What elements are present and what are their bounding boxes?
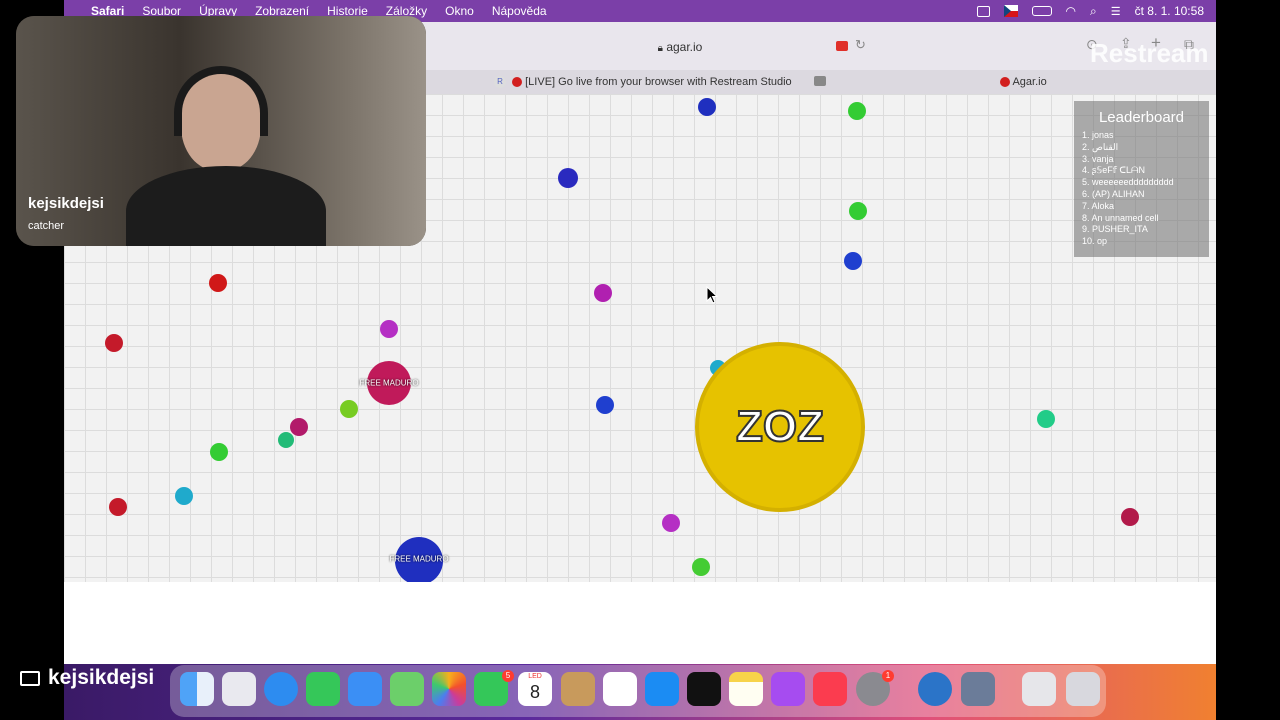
webcam-role: catcher [28, 220, 65, 232]
restream-favicon-icon: R [494, 76, 506, 89]
leaderboard: Leaderboard 1. jonas 2. القناص 3. vanja … [1074, 101, 1209, 257]
clock[interactable]: čt 8. 1. 10:58 [1135, 4, 1204, 18]
reload-icon[interactable]: ↻ [855, 37, 866, 53]
food-pellet [692, 558, 710, 576]
stream-name: kejsikdejsi [48, 666, 155, 689]
food-pellet [594, 284, 612, 302]
player-name: ZOZ [735, 401, 825, 452]
preview-icon[interactable] [1022, 672, 1056, 706]
calendar-day: 8 [529, 682, 540, 702]
leaderboard-entry: 2. القناص [1082, 141, 1119, 152]
food-pellet [849, 202, 867, 220]
food-pellet [109, 498, 127, 516]
tab-agario-label: Agar.io [1012, 76, 1047, 88]
screen-icon[interactable] [976, 5, 990, 17]
tab-restream-label: [LIVE] Go live from your browser with Re… [525, 76, 792, 88]
restream-watermark: Restream [1090, 38, 1209, 68]
wifi-icon[interactable]: ◠ [1066, 4, 1076, 18]
menu-okno[interactable]: Okno [436, 0, 483, 22]
food-pellet [558, 168, 578, 188]
leaderboard-entry: 9. PUSHER_ITA [1082, 224, 1148, 235]
record-indicator-icon[interactable] [836, 41, 848, 51]
leaderboard-entry: 3. vanja [1082, 153, 1114, 164]
search-icon[interactable]: ⌕ [1090, 4, 1097, 19]
launchpad-icon[interactable] [222, 672, 256, 706]
food-pellet [662, 514, 680, 532]
mail-icon[interactable] [348, 672, 382, 706]
battery-icon[interactable] [1031, 6, 1052, 16]
enemy-cell: FREE MADURO [359, 361, 419, 405]
food-pellet [290, 418, 308, 436]
url-text: agar.io [666, 40, 703, 54]
player-cell: ZOZ [695, 342, 865, 512]
apple-tv-icon[interactable] [687, 672, 721, 706]
leaderboard-entry: 6. (AP) ALIHAN [1082, 188, 1145, 199]
webcam-person-body [126, 166, 326, 246]
calendar-icon[interactable]: LED 8 [518, 672, 552, 706]
enemy-cell-label: FREE MADURO [389, 554, 449, 564]
food-pellet [596, 396, 614, 414]
enemy-cell: FREE MADURO [389, 537, 449, 582]
lock-icon: 🔒︎ [657, 43, 663, 54]
calendar-month: LED [528, 673, 542, 680]
food-pellet [175, 487, 193, 505]
music-icon[interactable] [813, 672, 847, 706]
tab-restream[interactable]: R [LIVE] Go live from your browser with … [494, 70, 792, 94]
quicktime-icon[interactable] [918, 672, 952, 706]
food-pellet [340, 400, 358, 418]
safari-icon[interactable] [264, 672, 298, 706]
finder-icon[interactable] [180, 672, 214, 706]
food-pellet [380, 320, 398, 338]
messages-icon[interactable] [306, 672, 340, 706]
monitor-icon [20, 670, 40, 686]
maps-icon[interactable] [390, 672, 424, 706]
food-pellet [209, 274, 227, 292]
leaderboard-entry: 4. ʂ𝕊eF𝕗 ᑕLᗩN [1082, 165, 1145, 176]
food-pellet [848, 102, 866, 120]
photos-icon[interactable] [432, 672, 466, 706]
leaderboard-entry: 1. jonas [1082, 130, 1114, 140]
leaderboard-list: 1. jonas 2. القناص 3. vanja 4. ʂ𝕊eF𝕗 ᑕLᗩ… [1074, 130, 1209, 248]
app-store-icon[interactable] [645, 672, 679, 706]
mouse-cursor-icon [706, 286, 719, 304]
reminders-icon[interactable] [603, 672, 637, 706]
facetime-badge: 5 [502, 670, 514, 682]
stream-name-overlay: kejsikdejsi [20, 666, 154, 690]
control-center-icon[interactable]: ☰ [1111, 5, 1121, 18]
agario-favicon-icon [1000, 77, 1010, 88]
contacts-icon[interactable] [561, 672, 595, 706]
food-pellet [105, 334, 123, 352]
food-pellet [210, 443, 228, 461]
trash-icon[interactable] [1066, 672, 1100, 706]
webcam-name: kejsikdejsi [28, 195, 104, 212]
notes-icon[interactable] [729, 672, 763, 706]
menu-napoveda[interactable]: Nápověda [483, 0, 556, 22]
enemy-cell-label: FREE MADURO [359, 378, 419, 388]
leaderboard-entry: 10. op [1082, 236, 1108, 247]
food-pellet [698, 98, 716, 116]
czech-flag-icon[interactable] [1003, 5, 1018, 17]
address-bar[interactable]: 🔒︎ agar.io [480, 36, 880, 58]
leaderboard-entry: 7. Aloka [1082, 200, 1115, 211]
tab-audio-icon[interactable] [814, 76, 826, 86]
podcasts-icon[interactable] [771, 672, 805, 706]
food-pellet [844, 252, 862, 270]
food-pellet [278, 432, 294, 448]
food-pellet [1121, 508, 1139, 526]
food-pellet [1037, 410, 1055, 428]
live-dot-icon [512, 77, 523, 88]
leaderboard-entry: 5. weeeeeeddddddddd [1082, 177, 1174, 188]
screenshot-icon[interactable] [961, 672, 995, 706]
page-footer-area [64, 582, 1216, 664]
tab-agario[interactable]: Agar.io [1000, 70, 1047, 94]
leaderboard-entry: 8. An unnamed cell [1082, 212, 1159, 223]
settings-badge: 1 [882, 670, 894, 682]
leaderboard-title: Leaderboard [1098, 109, 1185, 126]
